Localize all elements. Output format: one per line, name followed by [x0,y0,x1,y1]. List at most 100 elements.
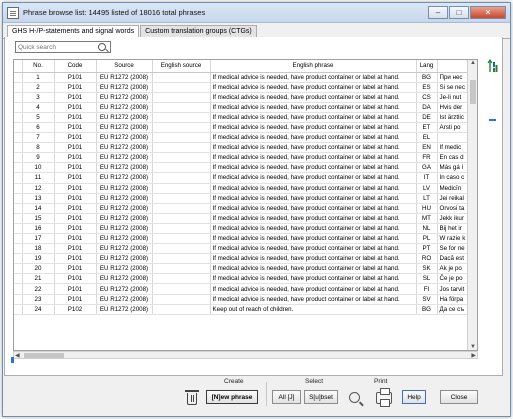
table-row[interactable]: 1 P101 EU R1272 (2008) If medical advice is… [14,72,477,83]
row-selector[interactable] [14,304,23,315]
column-header-code[interactable]: Code [54,60,97,73]
cell-lang: GA [416,162,438,174]
scroll-down-arrow-icon[interactable]: ▼ [470,344,476,350]
column-header-source[interactable]: Source [96,60,153,73]
column-header-english-phrase[interactable]: English phrase [210,60,417,73]
cell-code: P101 [54,294,97,305]
cell-lang: HU [416,203,438,214]
sort-order-icon[interactable] [487,59,499,73]
row-selector[interactable] [14,112,23,123]
horizontal-scrollbar[interactable]: ◀ ▶ [13,351,478,359]
table-row[interactable]: 9 P101 EU R1272 (2008) If medical advice is… [14,152,477,164]
quick-search-input[interactable] [16,43,94,51]
table-row[interactable]: 11 P101 EU R1272 (2008) If medical advice i… [14,172,477,184]
table-row[interactable]: 10 P101 EU R1272 (2008) If medical advice i… [14,162,477,174]
row-selector[interactable] [14,193,23,204]
search-icon[interactable] [349,392,360,403]
table-row[interactable]: 13 P101 EU R1272 (2008) If medical advice i… [14,193,477,204]
cell-lang: DA [416,102,438,113]
trash-icon[interactable] [185,390,199,405]
row-selector[interactable] [14,183,23,194]
maximize-button[interactable]: □ [449,6,469,19]
cell-english-phrase: If medical advice is needed, have produc… [210,273,417,285]
table-row[interactable]: 22 P101 EU R1272 (2008) If medical advice i… [14,283,477,295]
horizontal-scroll-thumb[interactable] [24,353,64,358]
cell-english-source [152,233,211,245]
row-selector[interactable] [14,102,23,113]
table-row[interactable]: 16 P101 EU R1272 (2008) If medical advice i… [14,223,477,235]
table-row[interactable]: 18 P101 EU R1272 (2008) If medical advice i… [14,243,477,255]
cell-english-phrase: If medical advice is needed, have produc… [210,112,417,123]
row-selector[interactable] [14,132,23,144]
table-row[interactable]: 23 P101 EU R1272 (2008) If medical advice i… [14,294,477,305]
table-row[interactable]: 12 P101 EU R1272 (2008) If medical advice i… [14,183,477,194]
cell-english-phrase: If medical advice is needed, have produc… [210,162,417,174]
row-selector[interactable] [14,203,23,214]
table-row[interactable]: 6 P101 EU R1272 (2008) If medical advice is… [14,122,477,134]
scroll-up-arrow-icon[interactable]: ▲ [470,60,476,66]
cell-lang: PT [416,243,438,255]
cell-no: 4 [22,102,55,113]
table-row[interactable]: 24 P102 EU R1272 (2008) Keep out of reach o… [14,304,477,315]
new-phrase-button[interactable]: [N]ew phrase [206,390,258,404]
cell-english-source [152,112,211,123]
row-selector[interactable] [14,283,23,295]
cell-source: EU R1272 (2008) [96,172,153,184]
row-selector[interactable] [14,122,23,134]
row-selector[interactable] [14,263,23,275]
table-row[interactable]: 14 P101 EU R1272 (2008) If medical advice i… [14,203,477,214]
row-selector[interactable] [14,162,23,174]
printer-icon[interactable] [376,388,392,407]
close-button[interactable]: Close [440,390,478,404]
row-selector[interactable] [14,213,23,224]
cell-english-source [152,72,211,83]
row-selector[interactable] [14,223,23,235]
row-selector[interactable] [14,82,23,93]
search-icon[interactable] [98,43,106,51]
scroll-right-arrow-icon[interactable]: ▶ [471,352,476,359]
table-row[interactable]: 7 P101 EU R1272 (2008) If medical advice is… [14,132,477,144]
minimize-button[interactable]: – [428,6,448,19]
cell-source: EU R1272 (2008) [96,72,153,83]
cell-source: EU R1272 (2008) [96,283,153,295]
table-row[interactable]: 2 P101 EU R1272 (2008) If medical advice is… [14,82,477,93]
row-selector[interactable] [14,72,23,83]
cell-english-source [152,253,211,265]
table-row[interactable]: 8 P101 EU R1272 (2008) If medical advice is… [14,142,477,154]
cell-lang: ES [416,82,438,93]
cell-no: 17 [22,233,55,245]
row-selector[interactable] [14,294,23,305]
row-selector[interactable] [14,253,23,265]
row-selector[interactable] [14,273,23,285]
vertical-scrollbar[interactable]: ▲ ▼ [467,60,477,350]
table-row[interactable]: 19 P101 EU R1272 (2008) If medical advice i… [14,253,477,265]
table-row[interactable]: 3 P101 EU R1272 (2008) If medical advice is… [14,92,477,103]
select-all-button[interactable]: All [J] [272,390,301,404]
select-subset-button[interactable]: S[u]bset [304,390,338,404]
vertical-scroll-thumb[interactable] [470,80,476,104]
column-header-no[interactable]: No. [22,60,55,73]
table-row[interactable]: 5 P101 EU R1272 (2008) If medical advice is… [14,112,477,123]
column-header-english-source[interactable]: English source [152,60,211,73]
quick-search-box[interactable] [15,41,111,53]
row-selector[interactable] [14,92,23,103]
row-selector[interactable] [14,172,23,184]
scroll-left-arrow-icon[interactable]: ◀ [15,352,20,359]
table-row[interactable]: 4 P101 EU R1272 (2008) If medical advice is… [14,102,477,113]
help-button[interactable]: Help [402,390,426,404]
row-selector[interactable] [14,243,23,255]
row-selector[interactable] [14,142,23,154]
cell-no: 10 [22,162,55,174]
table-header-row: No. Code Source English source English p… [14,60,477,73]
table-row[interactable]: 20 P101 EU R1272 (2008) If medical advice i… [14,263,477,275]
print-group-label: Print [374,378,388,385]
table-row[interactable]: 21 P101 EU R1272 (2008) If medical advice i… [14,273,477,285]
column-header-lang[interactable]: Lang [416,60,438,73]
table-row[interactable]: 15 P101 EU R1272 (2008) If medical advice i… [14,213,477,224]
create-group-label: Create [224,378,244,385]
table-row[interactable]: 17 P101 EU R1272 (2008) If medical advice i… [14,233,477,245]
row-selector[interactable] [14,152,23,164]
close-window-button[interactable]: ✕ [470,6,506,19]
row-selector[interactable] [14,233,23,245]
cell-lang: CS [416,92,438,103]
